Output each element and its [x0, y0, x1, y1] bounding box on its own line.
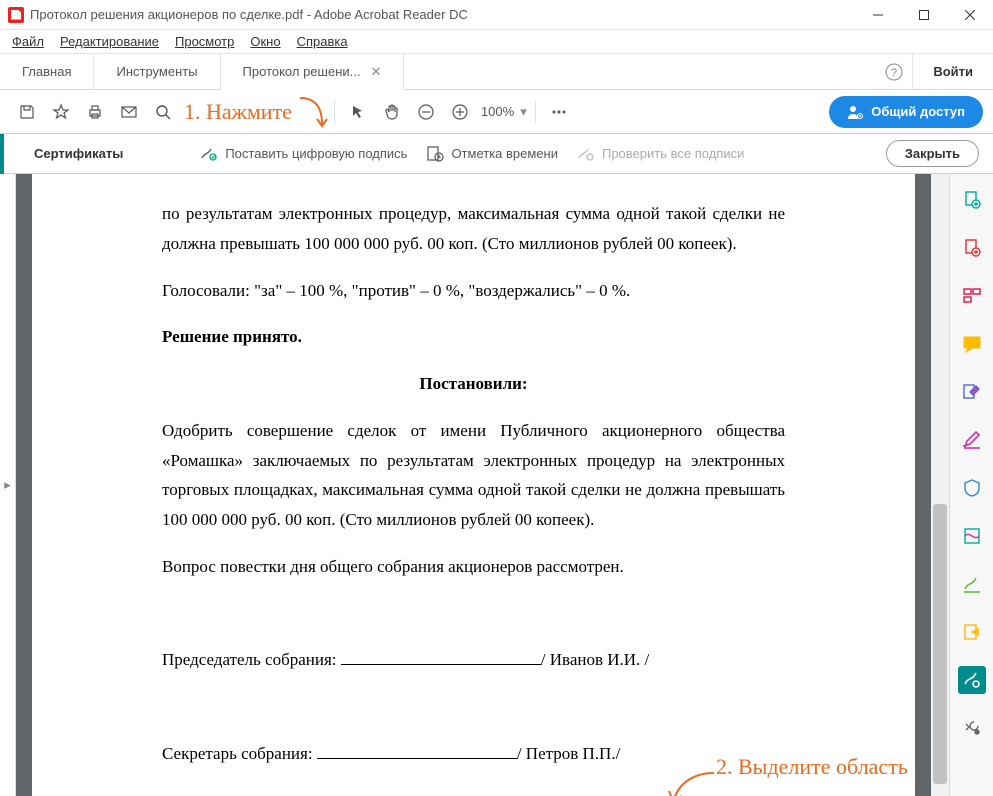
zoom-out-icon[interactable] [409, 95, 443, 129]
doc-paragraph: по результатам электронных процедур, мак… [162, 199, 785, 259]
login-button[interactable]: Войти [912, 54, 993, 89]
mail-icon[interactable] [112, 95, 146, 129]
left-panel-toggle[interactable]: ▸ [0, 174, 16, 796]
annotation-arrow-2 [666, 767, 716, 796]
share-person-icon [847, 104, 863, 120]
verify-icon [576, 144, 596, 164]
tab-document-label: Протокол решени... [243, 64, 361, 79]
share-button[interactable]: Общий доступ [829, 96, 983, 128]
search-icon[interactable] [146, 95, 180, 129]
organize-icon[interactable] [958, 282, 986, 310]
zoom-in-icon[interactable] [443, 95, 477, 129]
tab-home[interactable]: Главная [0, 54, 94, 89]
doc-paragraph: Голосовали: "за" – 100 %, "против" – 0 %… [162, 276, 785, 306]
menu-file[interactable]: Файл [6, 32, 50, 51]
verify-label: Проверить все подписи [602, 146, 744, 161]
tab-tools[interactable]: Инструменты [94, 54, 220, 89]
digital-sign-label: Поставить цифровую подпись [225, 146, 407, 161]
share-label: Общий доступ [871, 104, 965, 119]
pen-sign-icon [199, 144, 219, 164]
print-icon[interactable] [78, 95, 112, 129]
sign-pen-icon[interactable] [958, 570, 986, 598]
app-icon [8, 7, 24, 23]
help-icon[interactable]: ? [876, 54, 912, 89]
tabs-row: Главная Инструменты Протокол решени... ✕… [0, 54, 993, 90]
accent-stripe [0, 134, 4, 174]
doc-paragraph: Решение принято. [162, 322, 785, 352]
annotation-step1: 1. Нажмите [184, 99, 292, 125]
signature-line-2: Секретарь собрания: / Петров П.П./ [162, 739, 785, 769]
fill-sign-icon[interactable] [958, 378, 986, 406]
optimize-icon[interactable] [958, 522, 986, 550]
menu-view[interactable]: Просмотр [169, 32, 240, 51]
save-icon[interactable] [10, 95, 44, 129]
pointer-icon[interactable] [341, 95, 375, 129]
comment-icon[interactable] [958, 330, 986, 358]
doc-paragraph: Одобрить совершение сделок от имени Публ… [162, 416, 785, 535]
tools-rail [949, 174, 993, 796]
maximize-button[interactable] [901, 0, 947, 30]
annotation-arrow-1 [298, 94, 328, 130]
digital-sign-button[interactable]: Поставить цифровую подпись [199, 144, 407, 164]
certificates-title: Сертификаты [34, 146, 123, 161]
timestamp-label: Отметка времени [451, 146, 558, 161]
hand-icon[interactable] [375, 95, 409, 129]
svg-text:?: ? [891, 67, 897, 79]
titlebar: Протокол решения акционеров по сделке.pd… [0, 0, 993, 30]
edit-pencil-icon[interactable] [958, 426, 986, 454]
more-tools-icon[interactable] [958, 714, 986, 742]
menu-bar: Файл Редактирование Просмотр Окно Справк… [0, 30, 993, 54]
annotation-step2: 2. Выделите область [716, 754, 908, 780]
vertical-scrollbar[interactable] [931, 174, 949, 796]
separator [535, 100, 536, 124]
pdf-page: по результатам электронных процедур, мак… [32, 174, 915, 796]
menu-edit[interactable]: Редактирование [54, 32, 165, 51]
timestamp-icon [425, 144, 445, 164]
certificates-icon[interactable] [958, 666, 986, 694]
separator [334, 100, 335, 124]
send-review-icon[interactable] [958, 618, 986, 646]
close-button[interactable] [947, 0, 993, 30]
page-pdf-icon[interactable] [958, 234, 986, 262]
close-panel-button[interactable]: Закрыть [886, 140, 979, 167]
zoom-dropdown-icon[interactable]: ▾ [518, 104, 529, 120]
doc-paragraph: Вопрос повестки дня общего собрания акци… [162, 552, 785, 582]
minimize-button[interactable] [855, 0, 901, 30]
timestamp-button[interactable]: Отметка времени [425, 144, 558, 164]
star-icon[interactable] [44, 95, 78, 129]
certificates-bar: Сертификаты Поставить цифровую подпись О… [0, 134, 993, 174]
work-area: ▸ по результатам электронных процедур, м… [0, 174, 993, 796]
window-title: Протокол решения акционеров по сделке.pd… [30, 7, 468, 22]
document-canvas[interactable]: по результатам электронных процедур, мак… [16, 174, 931, 796]
signature-line-1: Председатель собрания: / Иванов И.И. / [162, 645, 785, 675]
main-toolbar: 1. Нажмите 100% ▾ Общий доступ [0, 90, 993, 134]
tab-document[interactable]: Протокол решени... ✕ [221, 54, 405, 90]
more-icon[interactable] [542, 95, 576, 129]
doc-heading: Постановили: [162, 369, 785, 399]
protect-shield-icon[interactable] [958, 474, 986, 502]
scrollbar-thumb[interactable] [933, 504, 947, 784]
menu-help[interactable]: Справка [291, 32, 354, 51]
tab-close-icon[interactable]: ✕ [370, 64, 381, 80]
menu-window[interactable]: Окно [244, 32, 286, 51]
page-export-icon[interactable] [958, 186, 986, 214]
zoom-value: 100% [481, 104, 514, 119]
verify-signatures-button: Проверить все подписи [576, 144, 744, 164]
